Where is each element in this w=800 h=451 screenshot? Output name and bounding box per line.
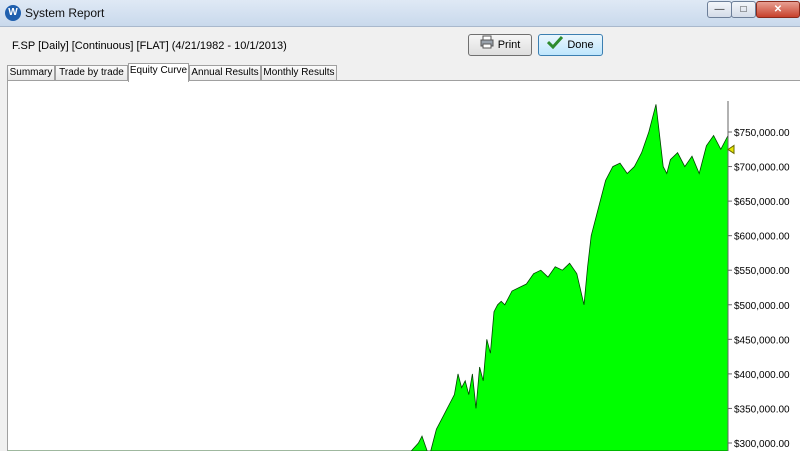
tab-trade-by-trade[interactable]: Trade by trade	[55, 65, 128, 81]
minimize-icon: —	[714, 4, 725, 15]
done-label: Done	[567, 39, 594, 51]
y-tick-label: $600,000.00	[734, 232, 790, 243]
y-tick-label: $300,000.00	[734, 439, 790, 450]
close-button[interactable]: ✕	[756, 1, 800, 18]
window-title: System Report	[25, 6, 105, 20]
tab-monthly-results[interactable]: Monthly Results	[261, 65, 337, 81]
y-tick-label: $650,000.00	[734, 197, 790, 208]
y-tick-label: $350,000.00	[734, 404, 790, 415]
maximize-icon: □	[740, 4, 747, 15]
done-button[interactable]: Done	[538, 34, 603, 56]
y-tick-label: $700,000.00	[734, 163, 790, 174]
equity-curve-panel: $750,000.00 $700,000.00 $650,000.00 $600,00…	[7, 80, 800, 451]
y-tick-label: $550,000.00	[734, 266, 790, 277]
y-tick-label: $450,000.00	[734, 335, 790, 346]
current-value-marker	[727, 144, 735, 155]
close-icon: ✕	[773, 4, 783, 15]
maximize-button[interactable]: □	[731, 1, 756, 18]
print-label: Print	[497, 39, 521, 51]
tab-equity-curve[interactable]: Equity Curve	[128, 63, 189, 82]
printer-icon	[480, 35, 494, 56]
y-tick-label: $400,000.00	[734, 370, 790, 381]
y-tick-label: $750,000.00	[734, 128, 790, 139]
equity-curve-chart: $750,000.00 $700,000.00 $650,000.00 $600,00…	[8, 101, 790, 451]
print-button[interactable]: Print	[468, 34, 532, 56]
minimize-button[interactable]: —	[707, 1, 732, 18]
app-logo-icon: W	[5, 5, 21, 21]
series-info-label: F.SP [Daily] [Continuous] [FLAT] (4/21/1…	[12, 40, 287, 52]
checkmark-icon	[547, 35, 564, 56]
tab-annual-results[interactable]: Annual Results	[189, 65, 261, 81]
tab-summary[interactable]: Summary	[7, 65, 55, 81]
title-bar: W System Report — □ ✕	[0, 0, 800, 27]
equity-area-series	[8, 104, 729, 451]
y-tick-label: $500,000.00	[734, 301, 790, 312]
